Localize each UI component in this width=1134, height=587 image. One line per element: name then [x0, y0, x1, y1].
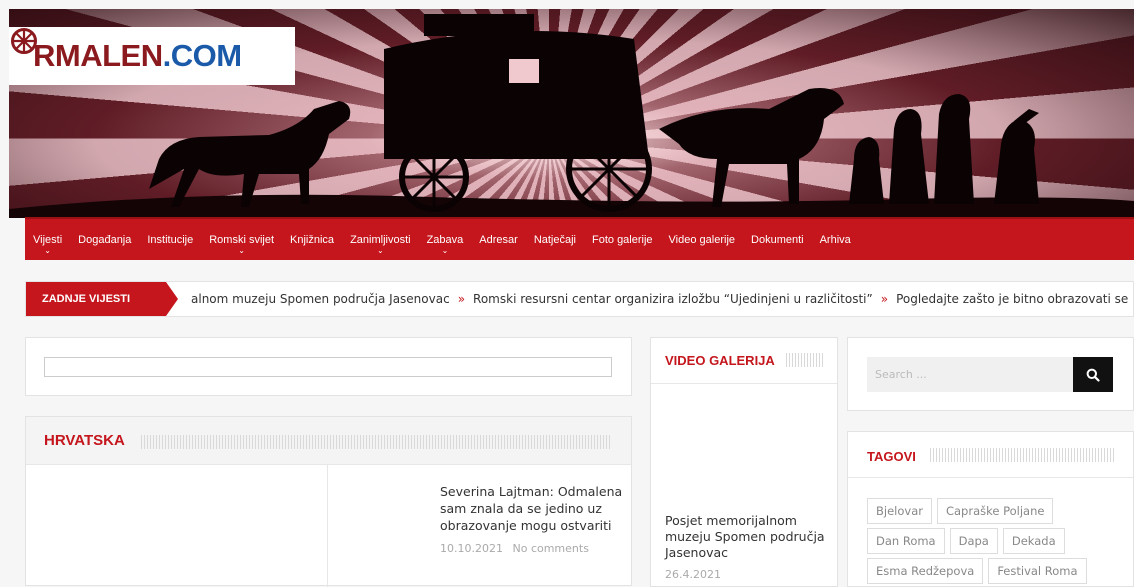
tag-cloud: Bjelovar Capraške Poljane Dan Roma Dapa Deka… [867, 498, 1117, 584]
chevron-down-icon: ⌄ [44, 246, 51, 255]
title-decoration [141, 435, 611, 449]
widget-title: TAGOVI [867, 449, 916, 464]
featured-article-placeholder[interactable] [26, 465, 328, 587]
nav-item-foto-galerije[interactable]: Foto galerije [584, 219, 661, 260]
nav-item-label: Institucije [147, 233, 194, 246]
ticker-separator-icon: » [457, 292, 466, 306]
article-comments-link[interactable]: No comments [512, 542, 588, 555]
nav-item-label: Dokumenti [751, 233, 804, 246]
news-ticker: ZADNJE VIJESTI alnom muzeju Spomen podru… [25, 281, 1134, 317]
nav-item-label: Događanja [78, 233, 132, 246]
search-button[interactable] [1073, 357, 1113, 392]
tags-widget: TAGOVI Bjelovar Capraške Poljane Dan Roma D… [847, 431, 1134, 587]
ticker-separator-icon: » [880, 292, 889, 306]
widget-header: VIDEO GALERIJA [651, 338, 837, 384]
logo-domain: .COM [162, 38, 242, 73]
nav-item-label: Vijesti [33, 233, 63, 246]
nav-item-label: Zanimljivosti [350, 233, 411, 246]
nav-item-arhiva[interactable]: Arhiva [812, 219, 859, 260]
nav-item-adresar[interactable]: Adresar [471, 219, 526, 260]
tag-link[interactable]: Esma Redžepova [867, 558, 984, 584]
search-input[interactable]: Search ... [867, 357, 1073, 392]
site-logo[interactable]: R MALEN .COM [9, 27, 295, 85]
nav-item-label: Arhiva [819, 233, 851, 246]
tag-link[interactable]: Dekada [1002, 528, 1065, 554]
article-meta: 10.10.2021 No comments [440, 542, 625, 555]
top-widget-panel [25, 337, 632, 396]
widget-input[interactable] [44, 357, 612, 377]
nav-item-label: Zabava [426, 233, 464, 246]
widget-title: VIDEO GALERIJA [665, 353, 775, 368]
nav-item-natječaji[interactable]: Natječaji [526, 219, 584, 260]
title-decoration [786, 353, 824, 367]
nav-item-vijesti[interactable]: Vijesti ⌄ [25, 219, 70, 260]
tag-link[interactable]: Dan Roma [867, 528, 945, 554]
nav-item-label: Video galerije [668, 233, 736, 246]
nav-item-label: Knjižnica [290, 233, 335, 246]
chevron-down-icon: ⌄ [238, 246, 245, 255]
hrvatska-section: HRVATSKA Severina Lajtman: Odmalena sam … [25, 416, 632, 587]
header-banner: R MALEN .COM [9, 9, 1134, 218]
nav-item-romski-svijet[interactable]: Romski svijet ⌄ [201, 219, 282, 260]
nav-item-label: Romski svijet [209, 233, 275, 246]
article-title-link[interactable]: Severina Lajtman: Odmalena sam znala da … [440, 483, 625, 534]
article-date: 10.10.2021 [440, 542, 503, 555]
video-title-link[interactable]: Posjet memorijalnom muzeju Spomen područ… [665, 513, 830, 561]
section-header: HRVATSKA [26, 417, 631, 465]
nav-item-institucije[interactable]: Institucije [139, 219, 201, 260]
nav-item-video-galerije[interactable]: Video galerije [661, 219, 743, 260]
ticker-news-link[interactable]: Romski resursni centar organizira izložb… [473, 292, 873, 306]
ticker-news-link[interactable]: alnom muzeju Spomen područja Jasenovac [191, 292, 450, 306]
tag-link[interactable]: Capraške Poljane [936, 498, 1054, 524]
ticker-track: alnom muzeju Spomen područja Jasenovac » R… [191, 282, 1133, 316]
logo-text: MALEN [54, 38, 163, 73]
sidebar-search-widget: Search ... [847, 337, 1134, 411]
nav-item-zabava[interactable]: Zabava ⌄ [419, 219, 472, 260]
nav-item-dokumenti[interactable]: Dokumenti [743, 219, 812, 260]
nav-item-label: Foto galerije [592, 233, 653, 246]
section-title: HRVATSKA [44, 432, 125, 449]
chevron-down-icon: ⌄ [376, 246, 384, 255]
search-icon [1086, 368, 1100, 382]
ticker-news-link[interactable]: Pogledajte zašto je bitno obrazovati se … [896, 292, 1133, 306]
list-item: Severina Lajtman: Odmalena sam znala da … [440, 483, 625, 555]
chevron-down-icon: ⌄ [441, 246, 449, 255]
tag-link[interactable]: Dapa [949, 528, 998, 554]
nav-item-događanja[interactable]: Događanja [70, 219, 139, 260]
title-decoration [930, 448, 1115, 462]
nav-item-label: Natječaji [533, 233, 576, 246]
video-gallery-widget: VIDEO GALERIJA Posjet memorijalnom muzej… [650, 337, 838, 587]
nav-item-label: Adresar [479, 233, 518, 246]
nav-item-knjižnica[interactable]: Knjižnica [282, 219, 342, 260]
main-navigation: Vijesti ⌄ Događanja Institucije Romski svije… [25, 217, 1134, 260]
widget-header: TAGOVI [848, 432, 1133, 478]
wheel-icon [11, 28, 37, 54]
tag-link[interactable]: Festival Roma [988, 558, 1087, 584]
video-date: 26.4.2021 [665, 568, 721, 581]
nav-item-zanimljivosti[interactable]: Zanimljivosti ⌄ [342, 219, 419, 260]
tag-link[interactable]: Bjelovar [867, 498, 932, 524]
ticker-label: ZADNJE VIJESTI [26, 282, 178, 316]
